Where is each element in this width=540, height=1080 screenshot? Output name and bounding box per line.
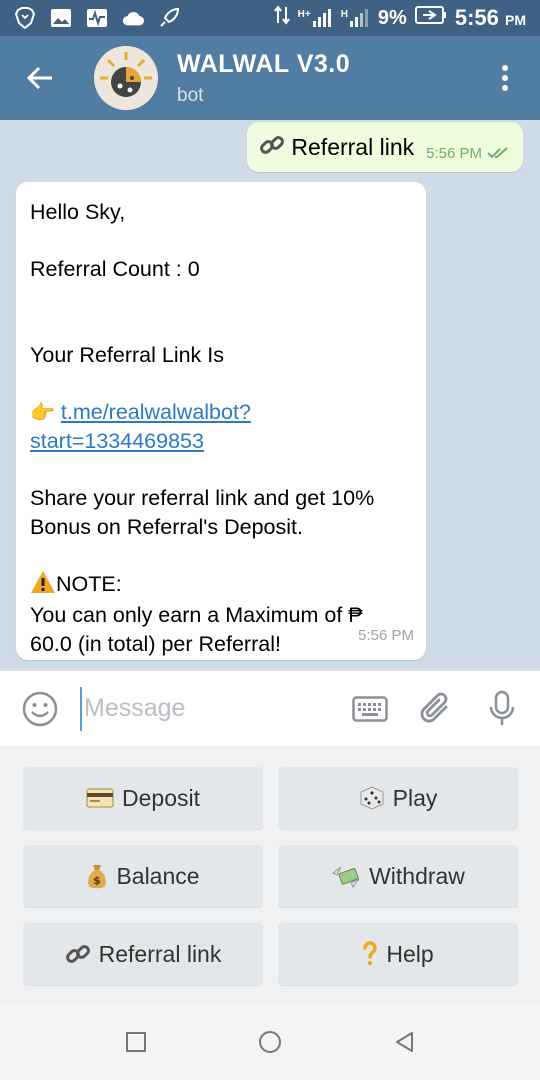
incoming-message[interactable]: Hello Sky, Referral Count : 0 Your Refer…: [16, 182, 426, 660]
credit-card-icon: [86, 788, 114, 808]
activity-icon: [86, 7, 108, 29]
system-back-button[interactable]: [368, 1006, 440, 1078]
link-emoji-icon: [259, 132, 285, 163]
outgoing-message-meta: 5:56 PM: [426, 145, 509, 162]
note-heading: NOTE:: [30, 570, 412, 602]
incoming-message-time: 5:56 PM: [358, 626, 414, 644]
signal-icon-1: H+: [298, 9, 333, 27]
money-with-wings-icon: [331, 863, 361, 889]
message-input[interactable]: [80, 686, 330, 731]
data-transfer-icon: [273, 5, 290, 31]
question-mark-icon: [362, 941, 378, 967]
chat-subtitle: bot: [177, 84, 204, 106]
note-text: You can only earn a Maximum of ₱ 60.0 (in…: [30, 603, 363, 656]
warning-icon: [30, 570, 56, 602]
bot-reply-keyboard: Deposit Play $ Balance Withdraw Referral…: [0, 746, 540, 1004]
voice-message-button[interactable]: [478, 685, 526, 733]
network-type-2: H: [340, 9, 348, 20]
battery-icon: [414, 6, 447, 30]
attach-button[interactable]: [412, 685, 460, 733]
money-bag-icon: $: [86, 862, 108, 890]
withdraw-button[interactable]: Withdraw: [278, 845, 518, 907]
bot-avatar[interactable]: [94, 46, 158, 110]
chat-title[interactable]: WALWAL V3.0: [177, 50, 350, 79]
microphone-icon: [489, 690, 515, 725]
clock: 5:56 PM: [454, 5, 526, 30]
status-bar: H+ H 9% 5:56 PM: [0, 0, 540, 36]
rocket-icon: [158, 7, 180, 29]
referral-link-intro: Your Referral Link Is: [30, 342, 224, 367]
dice-icon: [359, 785, 385, 811]
referral-link-line: 👉 t.me/realwalwalbot? start=1334469853: [30, 398, 412, 456]
help-button[interactable]: Help: [278, 923, 518, 985]
battery-percent: 9%: [377, 6, 407, 29]
emoji-button[interactable]: [16, 685, 64, 733]
referral-link-button[interactable]: Referral link: [23, 923, 263, 985]
referral-link[interactable]: t.me/realwalwalbot? start=1334469853: [30, 400, 251, 454]
cloud-icon: [122, 7, 144, 29]
square-icon: [126, 1032, 146, 1052]
signal-icon-2: H: [341, 9, 370, 27]
outgoing-message-text: Referral link: [291, 133, 415, 160]
chat-header: WALWAL V3.0 bot: [0, 36, 540, 120]
outgoing-message[interactable]: Referral link 5:56 PM: [247, 122, 523, 172]
system-navigation-bar: [0, 1004, 540, 1080]
double-check-icon: [487, 147, 508, 159]
home-button[interactable]: [234, 1006, 306, 1078]
paperclip-icon: [420, 692, 448, 722]
more-options-button[interactable]: [470, 36, 540, 120]
recents-button[interactable]: [100, 1006, 172, 1078]
three-dots-vertical-icon: [502, 65, 508, 91]
triangle-back-icon: [396, 1032, 413, 1052]
smiley-icon: [22, 691, 58, 726]
deposit-button[interactable]: Deposit: [23, 767, 263, 829]
share-info: Share your referral link and get 10% Bonu…: [30, 486, 375, 539]
balance-button[interactable]: $ Balance: [23, 845, 263, 907]
chat-area[interactable]: Referral link 5:56 PM Hello Sky, Referra…: [0, 120, 540, 670]
svg-text:$: $: [94, 874, 102, 887]
circle-icon: [259, 1031, 281, 1053]
brave-icon: [14, 7, 36, 29]
pointing-hand-icon: 👉: [30, 401, 55, 424]
outgoing-message-time: 5:56 PM: [426, 144, 482, 162]
message-greeting: Hello Sky,: [30, 200, 126, 224]
back-button[interactable]: [0, 36, 80, 120]
bot-keyboard-toggle-button[interactable]: [346, 685, 394, 733]
back-arrow-icon: [26, 66, 52, 90]
gallery-icon: [50, 7, 72, 29]
message-input-bar: [0, 670, 540, 746]
link-icon: [65, 941, 91, 967]
keyboard-icon: [352, 695, 388, 722]
play-button[interactable]: Play: [278, 767, 518, 829]
ladybug-sun-logo-icon: [94, 46, 158, 110]
network-type-1: H+: [297, 9, 311, 20]
referral-count: Referral Count : 0: [30, 257, 200, 281]
